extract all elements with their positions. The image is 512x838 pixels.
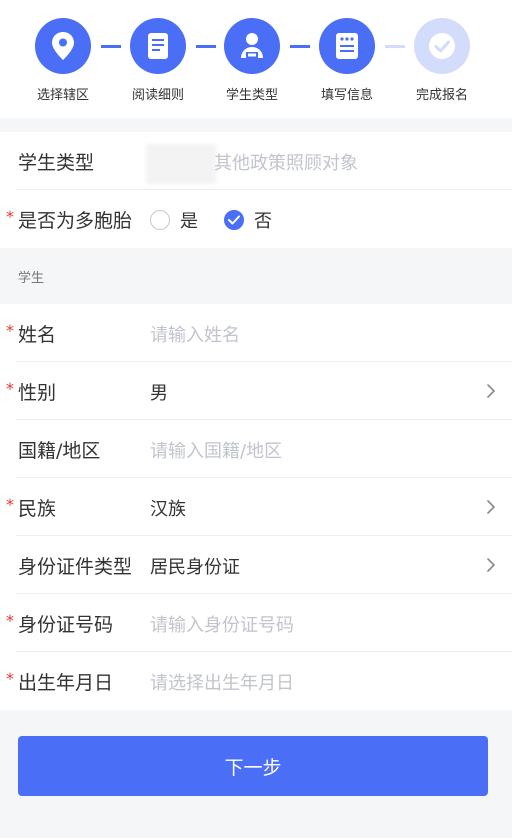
ethnicity-value[interactable]: 汉族 [150,495,186,521]
chevron-right-icon [487,384,496,398]
radio-no-label[interactable]: 否 [254,207,272,233]
field-label: 是否为多胞胎 [18,210,133,232]
document-icon [130,18,186,74]
nationality-field[interactable]: 国籍/地区 请输入国籍/地区 [16,420,512,478]
step-fill-info: 填写信息 [302,18,392,103]
birth-date-field[interactable]: * 出生年月日 请选择出生年月日 [6,652,512,710]
field-label: 姓名 [18,324,57,346]
field-label: 国籍/地区 [18,440,101,462]
id-number-field[interactable]: * 身份证号码 请输入身份证号码 [6,594,512,652]
multiple-birth-radio-group: 是 否 [150,207,272,233]
gender-value[interactable]: 男 [150,379,168,405]
step-complete: 完成报名 [397,18,487,103]
radio-yes[interactable] [150,210,170,230]
student-icon [224,18,280,74]
form-icon [319,18,375,74]
field-label: 身份证件类型 [18,556,133,578]
student-fields: * 姓名 请输入姓名 * 性别 男 国籍/地区 请输入国籍/地区 * 民族 汉族… [0,304,512,710]
step-label: 阅读细则 [131,88,184,103]
field-label: 身份证号码 [18,614,114,636]
required-mark: * [6,321,14,340]
progress-steps: 选择辖区 阅读细则 学生类型 填写信息 完成报名 [0,0,512,118]
field-label: 出生年月日 [18,672,114,694]
required-mark: * [6,611,14,630]
redacted-area [146,144,216,184]
required-mark: * [6,207,14,226]
gender-field[interactable]: * 性别 男 [6,362,512,420]
multiple-birth-row: * 是否为多胞胎 是 否 [6,190,512,248]
field-label: 性别 [18,382,57,404]
step-label: 填写信息 [320,88,373,103]
birth-date-input[interactable]: 请选择出生年月日 [150,669,294,695]
id-type-field[interactable]: 身份证件类型 居民身份证 [16,536,512,594]
radio-no[interactable] [224,210,244,230]
name-field[interactable]: * 姓名 请输入姓名 [6,304,512,362]
id-type-value[interactable]: 居民身份证 [150,553,240,579]
checkmark-icon [228,215,240,225]
step-label: 学生类型 [225,88,278,103]
radio-yes-label[interactable]: 是 [180,207,198,233]
chevron-right-icon [487,500,496,514]
check-icon [414,18,470,74]
section-title: 学生 [18,271,45,286]
name-input[interactable]: 请输入姓名 [150,321,240,347]
ethnicity-field[interactable]: * 民族 汉族 [6,478,512,536]
required-mark: * [6,495,14,514]
required-mark: * [6,379,14,398]
step-read-rules: 阅读细则 [113,18,203,103]
location-pin-icon [35,18,91,74]
id-number-input[interactable]: 请输入身份证号码 [150,611,294,637]
student-type-value: 其他政策照顾对象 [214,153,358,174]
section-header: 学生 [0,248,512,304]
step-label: 完成报名 [415,88,468,103]
student-type-group: 学生类型 其他政策照顾对象 * 是否为多胞胎 是 否 [0,132,512,248]
next-step-button[interactable]: 下一步 [18,736,488,796]
nationality-input[interactable]: 请输入国籍/地区 [150,437,282,463]
student-type-row[interactable]: 学生类型 其他政策照顾对象 [16,132,512,190]
field-label: 学生类型 [18,152,95,174]
step-student-type: 学生类型 [207,18,297,103]
step-label: 选择辖区 [36,88,89,103]
step-select-district: 选择辖区 [18,18,108,103]
chevron-right-icon [487,558,496,572]
field-label: 民族 [18,498,57,520]
required-mark: * [6,669,14,688]
